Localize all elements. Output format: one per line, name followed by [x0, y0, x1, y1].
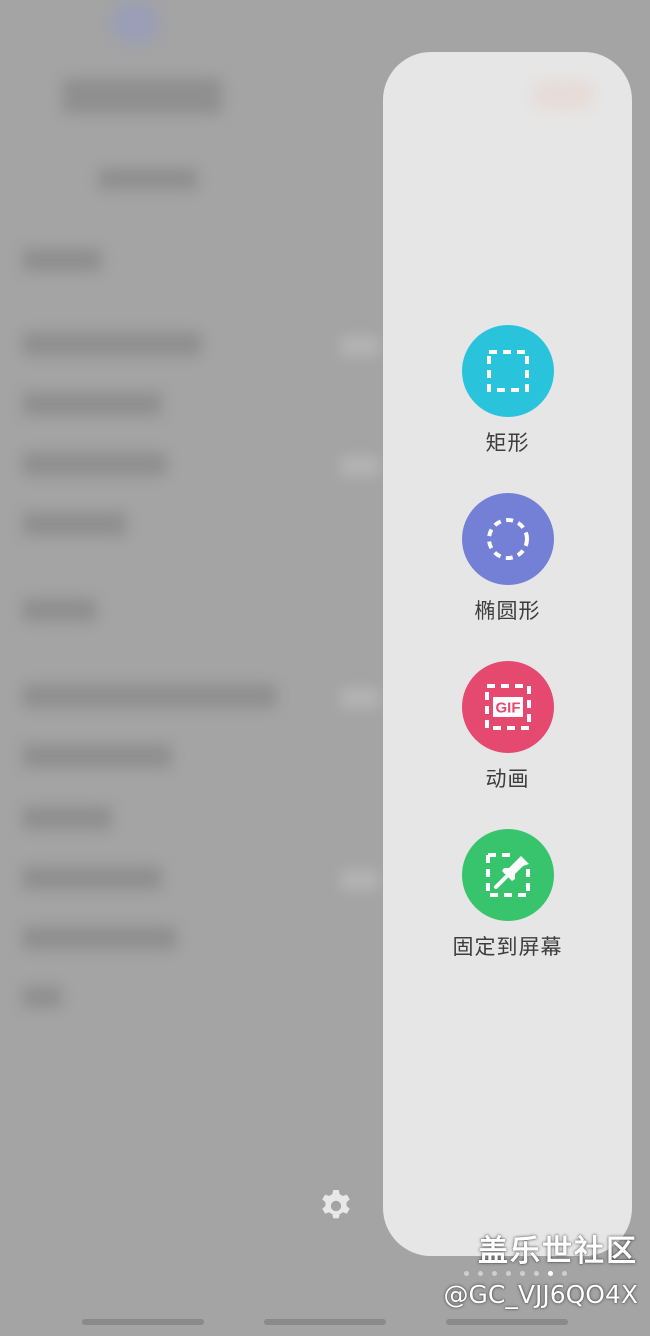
- pin-to-screen-icon: [485, 853, 530, 897]
- animation-gif-tool[interactable]: GIF 动画: [383, 661, 632, 793]
- gif-icon-text: GIF: [495, 700, 520, 717]
- watermark-brand: 盖乐世社区: [478, 1234, 638, 1269]
- nav-bar-back[interactable]: [446, 1319, 568, 1325]
- dashed-ellipse-icon: [486, 518, 529, 560]
- pin-to-screen-tool-button[interactable]: [461, 829, 554, 921]
- pin-to-screen-tool[interactable]: 固定到屏幕: [383, 829, 632, 961]
- gear-icon[interactable]: [318, 1188, 354, 1224]
- pin-to-screen-tool-label: 固定到屏幕: [452, 935, 563, 959]
- ellipse-tool-button[interactable]: [461, 493, 554, 585]
- watermark-user-id: @GC_VJJ6QO4X: [443, 1280, 638, 1309]
- animation-tool-label: 动画: [485, 767, 530, 791]
- rectangle-tool-button[interactable]: [461, 325, 554, 417]
- dashed-rectangle-icon: [486, 350, 529, 392]
- community-watermark: 盖乐世社区 @GC_VJJ6QO4X: [444, 1233, 638, 1311]
- ellipse-tool-label: 椭圆形: [474, 599, 541, 623]
- smart-select-edge-panel: 矩形 椭圆形 GIF 动画 固定到屏幕: [383, 52, 632, 1256]
- gif-icon: GIF: [484, 684, 531, 730]
- rectangle-tool-label: 矩形: [485, 431, 530, 455]
- animation-gif-tool-button[interactable]: GIF: [461, 661, 554, 753]
- rectangle-tool[interactable]: 矩形: [383, 325, 632, 457]
- ellipse-tool[interactable]: 椭圆形: [383, 493, 632, 625]
- nav-bar-recents[interactable]: [82, 1319, 204, 1325]
- nav-bar-home[interactable]: [264, 1319, 386, 1325]
